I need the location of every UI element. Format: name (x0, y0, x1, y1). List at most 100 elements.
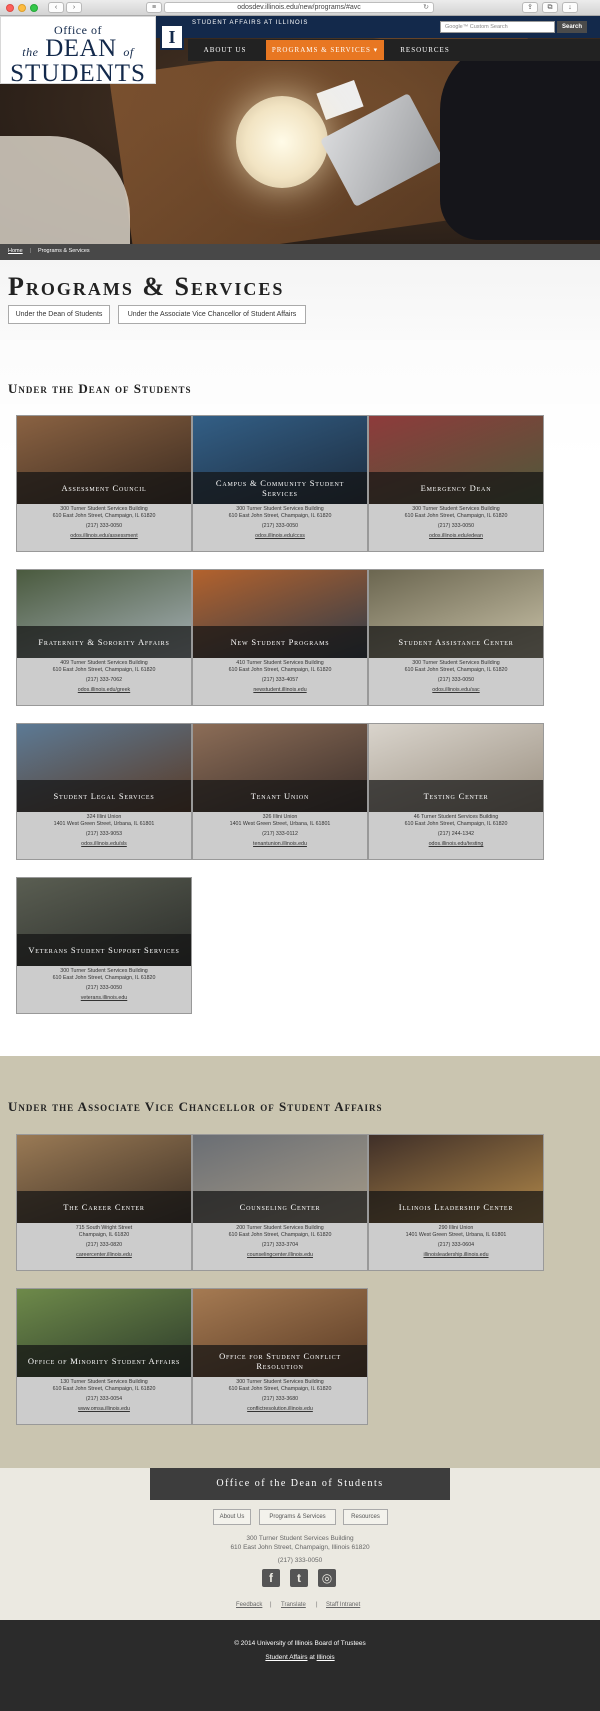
program-name[interactable]: Office of Minority Student Affairs (28, 1356, 180, 1366)
program-link[interactable]: careercenter.illinois.edu (17, 1252, 191, 1259)
program-info: 326 Illini Union 1401 West Green Street,… (193, 814, 367, 848)
program-address-line2: 610 East John Street, Champaign, IL 6182… (404, 667, 508, 673)
program-card[interactable]: Office of Minority Student Affairs 130 T… (16, 1288, 192, 1425)
facebook-icon[interactable]: f (262, 1569, 280, 1587)
program-info: 715 South Wright Street Champaign, IL 61… (17, 1225, 191, 1259)
program-address-line1: 326 Illini Union (262, 814, 298, 820)
forward-icon[interactable]: › (66, 2, 82, 13)
feedback-link[interactable]: Feedback (236, 1602, 262, 1608)
program-link[interactable]: odos.illinois.edu/testing (369, 841, 543, 848)
program-address-line1: 290 Illini Union (438, 1225, 474, 1231)
breadcrumb-home[interactable]: Home (8, 248, 23, 254)
program-address-line1: 409 Turner Student Services Building (60, 660, 148, 666)
program-card[interactable]: Assessment Council 300 Turner Student Se… (16, 415, 192, 552)
program-name[interactable]: Counseling Center (240, 1202, 321, 1212)
student-affairs-label[interactable]: Student Affairs at Illinois (192, 20, 308, 26)
program-link[interactable]: odos.illinois.edu/sls (17, 841, 191, 848)
download-icon[interactable]: ↓ (562, 2, 578, 13)
program-title-band: Campus & Community Student Services (193, 472, 367, 504)
program-phone: (217) 244-1342 (437, 831, 475, 837)
sidebar-icon[interactable]: ≡ (146, 2, 162, 13)
footer-banner[interactable]: Office of the Dean of Students (150, 1468, 450, 1500)
tabs-icon[interactable]: ⧉ (542, 2, 558, 13)
minimize-window-icon[interactable] (18, 4, 26, 12)
nav-about-us[interactable]: About Us (192, 40, 258, 60)
program-link[interactable]: newstudent.illinois.edu (193, 687, 367, 694)
illinois-link[interactable]: Illinois (317, 1654, 335, 1661)
program-phone: (217) 333-0050 (437, 523, 475, 529)
program-link[interactable]: odos.illinois.edu/ccss (193, 533, 367, 540)
program-link[interactable]: www.omsa.illinois.edu (17, 1406, 191, 1413)
subnav-dean-of-students[interactable]: Under the Dean of Students (8, 305, 110, 324)
program-card[interactable]: New Student Programs 410 Turner Student … (192, 569, 368, 706)
program-card[interactable]: Student Legal Services 324 Illini Union … (16, 723, 192, 860)
program-link[interactable]: odos.illinois.edu/greek (17, 687, 191, 694)
program-name[interactable]: Student Legal Services (53, 791, 154, 801)
program-name[interactable]: Fraternity & Sorority Affairs (38, 637, 169, 647)
program-name[interactable]: New Student Programs (231, 637, 330, 647)
share-icon[interactable]: ⇪ (522, 2, 538, 13)
program-link[interactable]: illinoisleadership.illinois.edu (369, 1252, 543, 1259)
search-input[interactable]: Google™ Custom Search (440, 21, 555, 33)
back-icon[interactable]: ‹ (48, 2, 64, 13)
program-name[interactable]: Illinois Leadership Center (399, 1202, 513, 1212)
staff-intranet-link[interactable]: Staff Intranet (326, 1602, 360, 1608)
program-title-band: Tenant Union (193, 780, 367, 812)
program-name[interactable]: Office for Student Conflict Resolution (201, 1351, 359, 1371)
program-card[interactable]: Tenant Union 326 Illini Union 1401 West … (192, 723, 368, 860)
program-link[interactable]: odos.illinois.edu/assessment (17, 533, 191, 540)
program-title-band: Illinois Leadership Center (369, 1191, 543, 1223)
translate-link[interactable]: Translate (281, 1602, 306, 1608)
program-address-line1: 300 Turner Student Services Building (412, 660, 500, 666)
program-address-line1: 300 Turner Student Services Building (60, 506, 148, 512)
program-address-line1: 715 South Wright Street (75, 1225, 133, 1231)
program-card[interactable]: Student Assistance Center 300 Turner Stu… (368, 569, 544, 706)
program-phone: (217) 333-3680 (261, 1396, 299, 1402)
program-name[interactable]: Student Assistance Center (398, 637, 513, 647)
program-card[interactable]: Fraternity & Sorority Affairs 409 Turner… (16, 569, 192, 706)
program-link[interactable]: counselingcenter.illinois.edu (193, 1252, 367, 1259)
program-card[interactable]: Campus & Community Student Services 300 … (192, 415, 368, 552)
zoom-window-icon[interactable] (30, 4, 38, 12)
student-affairs-link[interactable]: Student Affairs (265, 1654, 307, 1661)
program-name[interactable]: Tenant Union (251, 791, 309, 801)
twitter-icon[interactable]: t (290, 1569, 308, 1587)
program-name[interactable]: Campus & Community Student Services (201, 478, 359, 498)
program-link[interactable]: conflictresolution.illinois.edu (193, 1406, 367, 1413)
footer-programs-button[interactable]: Programs & Services (259, 1509, 336, 1525)
program-card[interactable]: The Career Center 715 South Wright Stree… (16, 1134, 192, 1271)
illinois-i-logo[interactable]: I (160, 24, 184, 50)
program-card[interactable]: Emergency Dean 300 Turner Student Servic… (368, 415, 544, 552)
program-name[interactable]: Veterans Student Support Services (28, 945, 179, 955)
footer-about-us-button[interactable]: About Us (213, 1509, 251, 1525)
program-link[interactable]: odos.illinois.edu/edean (369, 533, 543, 540)
program-phone: (217) 333-0112 (262, 831, 298, 837)
program-card[interactable]: Counseling Center 200 Turner Student Ser… (192, 1134, 368, 1271)
program-card[interactable]: Testing Center 46 Turner Student Service… (368, 723, 544, 860)
instagram-icon[interactable]: ◎ (318, 1569, 336, 1587)
address-bar[interactable]: odosdev.illinois.edu/new/programs/#avc ↻ (164, 2, 434, 13)
copyright-text: © 2014 University of Illinois Board of T… (234, 1640, 366, 1647)
program-name[interactable]: Assessment Council (61, 483, 146, 493)
footer-resources-button[interactable]: Resources (343, 1509, 388, 1525)
program-phone: (217) 333-0050 (85, 985, 123, 991)
program-phone: (217) 333-9053 (85, 831, 123, 837)
program-name[interactable]: Testing Center (424, 791, 489, 801)
subnav-avc-student-affairs[interactable]: Under the Associate Vice Chancellor of S… (118, 305, 306, 324)
nav-resources[interactable]: Resources (392, 40, 458, 60)
program-card[interactable]: Illinois Leadership Center 290 Illini Un… (368, 1134, 544, 1271)
program-link[interactable]: odos.illinois.edu/sac (369, 687, 543, 694)
nav-programs-services[interactable]: Programs & Services ▾ (266, 40, 384, 60)
program-card[interactable]: Office for Student Conflict Resolution 3… (192, 1288, 368, 1425)
reload-icon[interactable]: ↻ (423, 3, 429, 13)
program-link[interactable]: tenantunion.illinois.edu (193, 841, 367, 848)
search-button[interactable]: Search (557, 21, 587, 33)
dean-of-students-logo[interactable]: Office of the Dean of Students (0, 16, 156, 86)
program-name[interactable]: The Career Center (63, 1202, 144, 1212)
close-window-icon[interactable] (6, 4, 14, 12)
program-card[interactable]: Veterans Student Support Services 300 Tu… (16, 877, 192, 1014)
program-info: 324 Illini Union 1401 West Green Street,… (17, 814, 191, 848)
program-title-band: Assessment Council (17, 472, 191, 504)
program-name[interactable]: Emergency Dean (421, 483, 492, 493)
program-link[interactable]: veterans.illinois.edu (17, 995, 191, 1002)
